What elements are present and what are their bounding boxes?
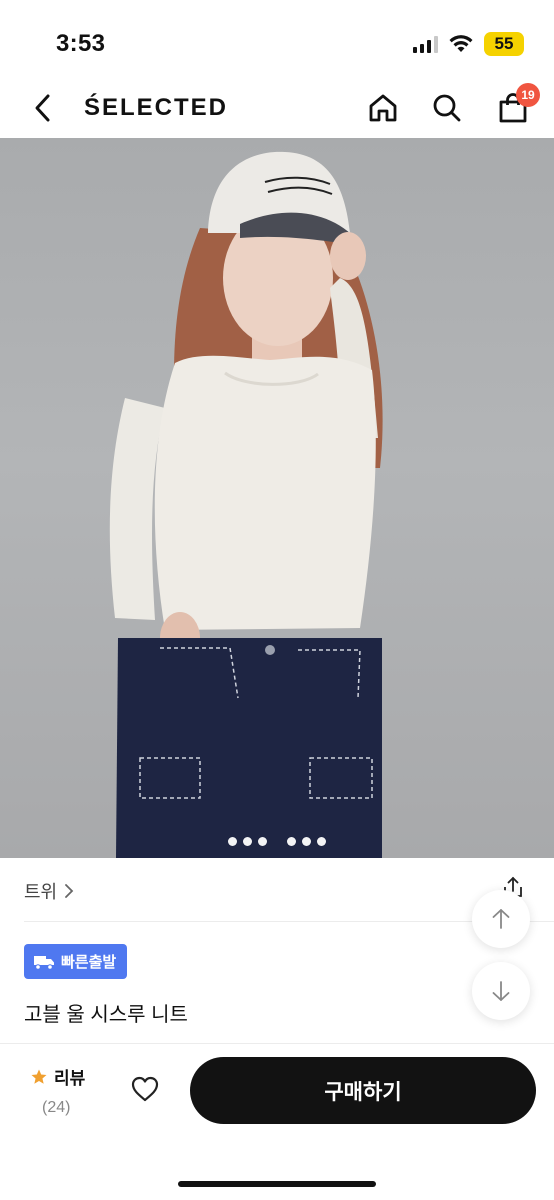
carousel-dot[interactable] — [317, 837, 326, 846]
search-button[interactable] — [428, 89, 466, 127]
carousel-dot[interactable] — [228, 837, 237, 846]
breadcrumb-label: 트위 — [24, 882, 58, 902]
product-photo — [109, 151, 383, 858]
status-bar: 3:53 55 — [0, 0, 554, 80]
like-button[interactable] — [128, 1072, 162, 1106]
fast-shipping-badge: 빠른출발 — [24, 944, 128, 979]
home-button[interactable] — [364, 89, 402, 127]
back-icon — [35, 94, 50, 122]
review-header: 리뷰 — [30, 1064, 100, 1089]
brand-logo[interactable]: ŚELECTED — [84, 94, 228, 122]
carousel-dots[interactable] — [0, 837, 554, 846]
cart-count-badge: 19 — [516, 83, 540, 107]
review-summary[interactable]: 리뷰 (24) — [30, 1064, 100, 1117]
review-count: (24) — [42, 1099, 71, 1116]
carousel-dot[interactable] — [302, 837, 311, 846]
status-icons: 55 — [413, 32, 524, 56]
chevron-right-icon — [65, 884, 74, 898]
star-icon — [31, 1069, 47, 1084]
brand-breadcrumb[interactable]: 트위 — [24, 878, 75, 904]
cart-button[interactable]: 19 — [494, 83, 540, 127]
search-icon — [433, 94, 461, 122]
arrow-down-icon — [492, 981, 510, 1001]
scroll-down-button[interactable] — [472, 962, 530, 1020]
product-name: 고블 울 시스루 니트 — [24, 1004, 188, 1026]
carousel-dot[interactable] — [287, 837, 296, 846]
nav-bar: ŚELECTED 19 — [0, 80, 554, 138]
buy-button[interactable]: 구매하기 — [190, 1057, 536, 1124]
wifi-icon — [449, 35, 473, 52]
review-label: 리뷰 — [54, 1069, 86, 1088]
carousel-dot[interactable] — [258, 837, 267, 846]
home-icon — [369, 94, 397, 122]
home-indicator — [178, 1181, 376, 1187]
status-time: 3:53 — [56, 30, 106, 57]
truck-icon — [34, 955, 54, 970]
arrow-up-icon — [492, 909, 510, 929]
product-image-carousel[interactable] — [0, 138, 554, 858]
scroll-up-button[interactable] — [472, 890, 530, 948]
signal-icon — [413, 35, 438, 53]
fast-shipping-label: 빠른출발 — [61, 954, 117, 971]
heart-icon — [131, 1076, 159, 1102]
battery-indicator: 55 — [484, 32, 524, 56]
carousel-dot[interactable] — [243, 837, 252, 846]
bottom-bar-divider — [0, 1043, 554, 1044]
back-button[interactable] — [24, 90, 60, 126]
